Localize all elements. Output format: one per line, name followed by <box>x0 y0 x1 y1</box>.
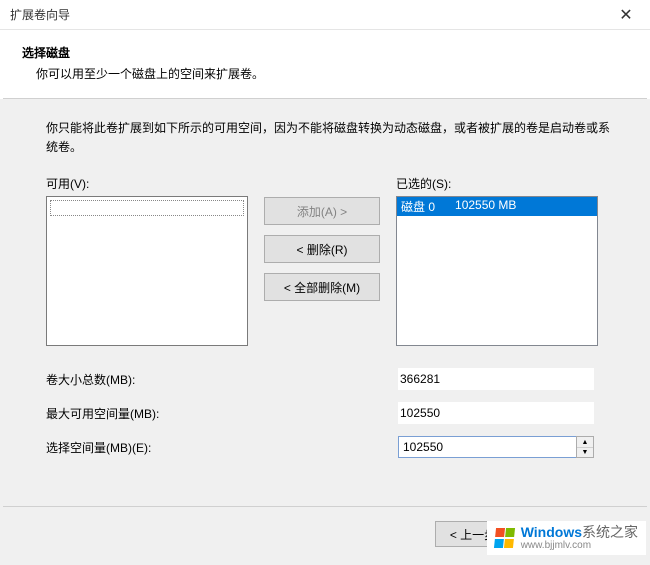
chevron-down-icon: ▼ <box>582 449 589 456</box>
description-text: 你只能将此卷扩展到如下所示的可用空间，因为不能将磁盘转换为动态磁盘，或者被扩展的… <box>46 119 620 157</box>
total-size-value: 366281 <box>398 368 594 390</box>
chevron-up-icon: ▲ <box>582 439 589 446</box>
wizard-content: 你只能将此卷扩展到如下所示的可用空间，因为不能将磁盘转换为动态磁盘，或者被扩展的… <box>0 99 650 565</box>
watermark-text: Windows系统之家 www.bjjmlv.com <box>521 525 638 551</box>
spinner-buttons: ▲ ▼ <box>576 436 594 458</box>
disk-transfer-panel: 可用(V): 添加(A) > < 删除(R) < 全部删除(M) 已选的(S):… <box>46 175 620 346</box>
selected-label: 已选的(S): <box>396 175 598 192</box>
watermark-url: www.bjjmlv.com <box>521 540 638 551</box>
max-space-label: 最大可用空间量(MB): <box>46 405 388 422</box>
wizard-header: 选择磁盘 你可以用至少一个磁盘上的空间来扩展卷。 <box>0 30 650 92</box>
windows-logo-icon <box>494 528 516 548</box>
amount-label: 选择空间量(MB)(E): <box>46 439 388 456</box>
selected-column: 已选的(S): 磁盘 0 102550 MB <box>396 175 598 346</box>
size-fields: 卷大小总数(MB): 366281 最大可用空间量(MB): 102550 选择… <box>46 368 620 458</box>
available-column: 可用(V): <box>46 175 248 346</box>
available-focus-rect <box>50 200 244 216</box>
close-button[interactable]: ✕ <box>606 1 646 29</box>
watermark-brand: Windows系统之家 <box>521 525 638 540</box>
available-listbox[interactable] <box>46 196 248 346</box>
transfer-buttons: 添加(A) > < 删除(R) < 全部删除(M) <box>264 175 380 346</box>
titlebar: 扩展卷向导 ✕ <box>0 0 650 30</box>
spinner-up[interactable]: ▲ <box>577 437 593 448</box>
selected-listbox[interactable]: 磁盘 0 102550 MB <box>396 196 598 346</box>
amount-row: 选择空间量(MB)(E): ▲ ▼ <box>46 436 620 458</box>
max-space-row: 最大可用空间量(MB): 102550 <box>46 402 620 424</box>
max-space-value: 102550 <box>398 402 594 424</box>
remove-button[interactable]: < 删除(R) <box>264 235 380 263</box>
list-item[interactable]: 磁盘 0 102550 MB <box>397 197 597 216</box>
available-label: 可用(V): <box>46 175 248 192</box>
window-title: 扩展卷向导 <box>10 6 70 23</box>
close-icon: ✕ <box>619 5 632 25</box>
total-size-label: 卷大小总数(MB): <box>46 371 388 388</box>
amount-spinner: ▲ ▼ <box>398 436 594 458</box>
disk-name: 磁盘 0 <box>401 198 435 215</box>
add-button[interactable]: 添加(A) > <box>264 197 380 225</box>
remove-all-button[interactable]: < 全部删除(M) <box>264 273 380 301</box>
watermark: Windows系统之家 www.bjjmlv.com <box>487 521 646 555</box>
amount-input[interactable] <box>398 436 576 458</box>
total-size-row: 卷大小总数(MB): 366281 <box>46 368 620 390</box>
page-heading: 选择磁盘 <box>22 44 640 61</box>
disk-size: 102550 MB <box>455 198 516 215</box>
spacer <box>435 198 455 215</box>
spinner-down[interactable]: ▼ <box>577 448 593 458</box>
page-subtitle: 你可以用至少一个磁盘上的空间来扩展卷。 <box>22 65 640 82</box>
